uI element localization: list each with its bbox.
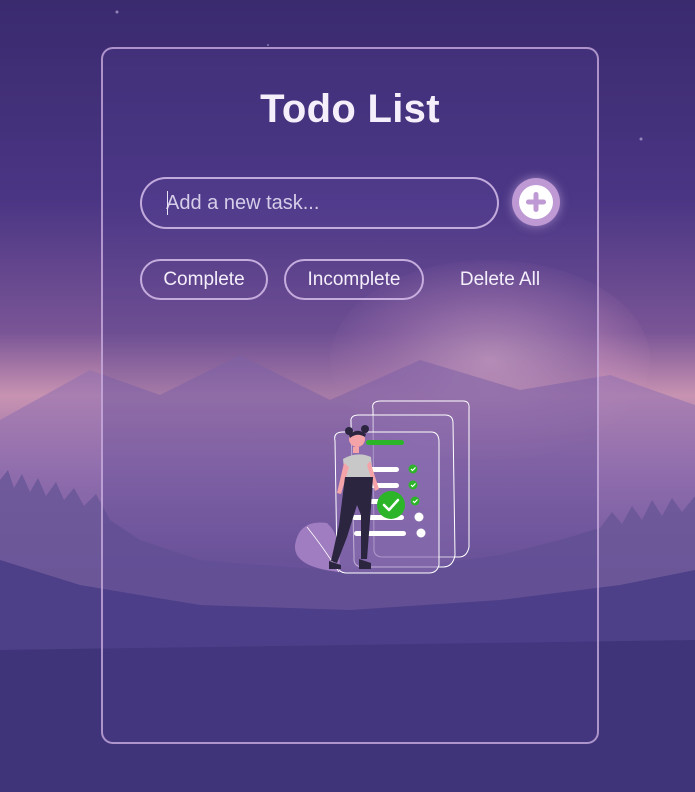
page-title: Todo List <box>260 87 440 131</box>
add-task-button[interactable] <box>512 178 560 226</box>
empty-state-illustration <box>294 400 470 574</box>
text-caret <box>167 191 168 215</box>
delete-all-button[interactable]: Delete All <box>440 259 560 300</box>
filter-complete-button[interactable]: Complete <box>140 259 268 300</box>
add-button-inner <box>519 185 553 219</box>
filter-incomplete-button[interactable]: Incomplete <box>284 259 424 300</box>
check-badge-icon <box>377 491 405 519</box>
new-task-input[interactable] <box>140 177 499 229</box>
todo-card: Todo List Complete Incomplete Delete All <box>101 47 599 744</box>
plus-icon <box>526 192 546 212</box>
